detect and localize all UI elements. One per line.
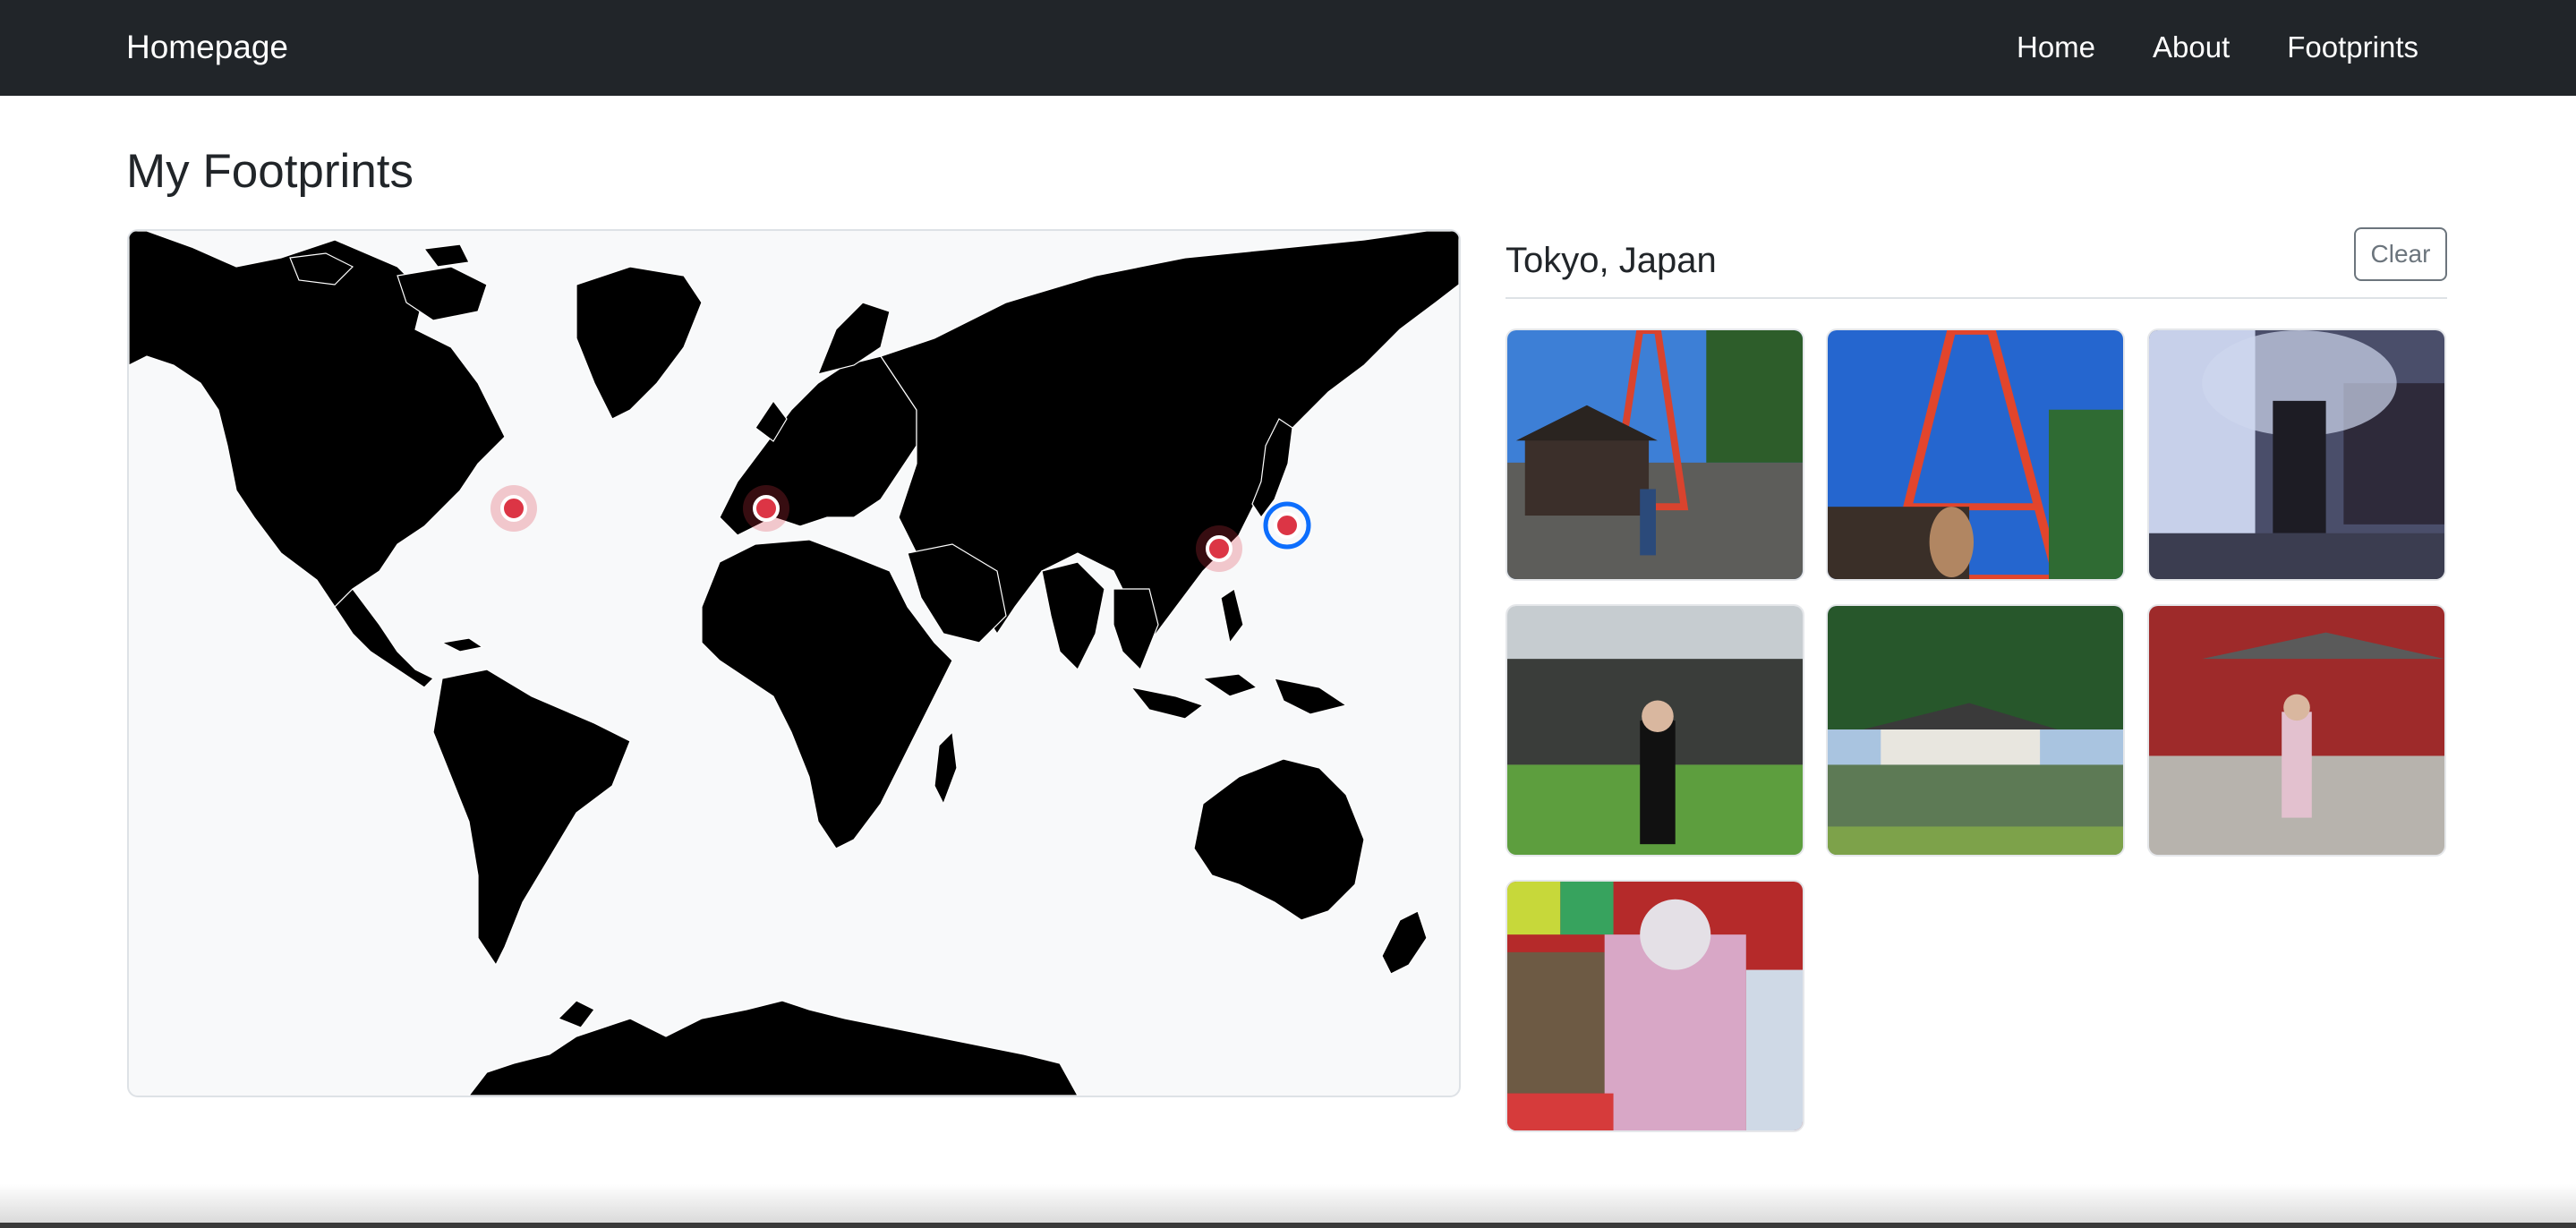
antarctica (468, 1000, 1079, 1096)
nav-link-footprints[interactable]: Footprints (2287, 27, 2418, 68)
photo-tile[interactable] (2147, 604, 2446, 857)
continent-south-america (432, 669, 631, 967)
nav-link-about[interactable]: About (2153, 27, 2230, 68)
continent-central-america (334, 588, 435, 688)
photo-tile[interactable] (2147, 328, 2446, 581)
photo-tile[interactable] (1506, 880, 1804, 1132)
marker-japan-selected[interactable] (1263, 501, 1311, 550)
continent-africa (701, 539, 953, 849)
location-title: Tokyo, Japan (1506, 241, 1717, 280)
brand-link[interactable]: Homepage (126, 27, 288, 68)
photo-red-tower-closeup (1828, 330, 2123, 579)
photo-tile[interactable] (1826, 328, 2125, 581)
photo-person-on-lawn (1507, 606, 1803, 855)
marker-western-europe[interactable] (743, 485, 789, 532)
greenland (576, 266, 703, 420)
navbar: Homepage Home About Footprints (0, 0, 2576, 96)
marker-eastern-north-america[interactable] (490, 485, 537, 532)
photo-person-with-umbrella (2149, 330, 2444, 579)
photo-tower-and-temple (1507, 330, 1803, 579)
photo-tile[interactable] (1826, 604, 2125, 857)
world-map[interactable] (127, 229, 1461, 1097)
nav-links: Home About Footprints (2017, 27, 2418, 68)
location-panel-header: Tokyo, Japan Clear (1506, 227, 2447, 299)
window-bottom-bar (0, 1223, 2576, 1228)
continent-australia (1193, 758, 1365, 921)
page-title: My Footprints (126, 145, 414, 198)
page-bottom-edge (0, 1155, 2576, 1228)
photo-person-in-kimono (1507, 882, 1803, 1130)
photo-person-at-red-temple (2149, 606, 2444, 855)
clear-button[interactable]: Clear (2354, 227, 2447, 281)
world-map-svg[interactable] (129, 231, 1459, 1096)
photo-garden-pavilion-pond (1828, 606, 2123, 855)
marker-eastern-china[interactable] (1196, 525, 1242, 572)
nav-link-home[interactable]: Home (2017, 27, 2095, 68)
photo-tile[interactable] (1506, 604, 1804, 857)
photo-tile[interactable] (1506, 328, 1804, 581)
